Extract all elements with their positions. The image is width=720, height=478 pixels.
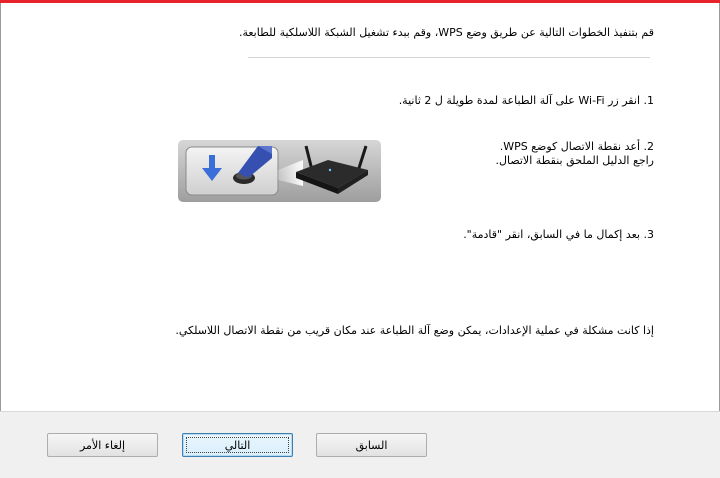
cancel-button-label: إلغاء الأمر — [79, 438, 126, 452]
step-2-text: 2. أعد نقطة الاتصال كوضع WPS. راجع الدلي… — [394, 140, 654, 168]
step-3-text: 3. بعد إكمال ما في السابق، انقر "قادمة". — [463, 228, 654, 241]
step-1-text: 1. انقر زر Wi-Fi على آلة الطباعة لمدة طو… — [398, 94, 654, 107]
divider — [248, 57, 650, 58]
hint-text: إذا كانت مشكلة في عملية الإعدادات، يمكن … — [175, 324, 654, 337]
back-button[interactable]: السابق — [316, 433, 427, 457]
intro-text: قم بتنفيذ الخطوات التالية عن طريق وضع WP… — [238, 26, 654, 39]
cancel-button[interactable]: إلغاء الأمر — [47, 433, 158, 457]
wps-illustration — [178, 140, 381, 202]
back-button-label: السابق — [355, 438, 388, 452]
accent-bar — [0, 0, 720, 3]
next-button[interactable]: التالي — [182, 433, 293, 457]
step-2-line-2: راجع الدليل الملحق بنقطة الاتصال. — [495, 154, 654, 167]
focus-rect — [186, 437, 289, 453]
step-2-line-1: 2. أعد نقطة الاتصال كوضع WPS. — [499, 140, 654, 153]
